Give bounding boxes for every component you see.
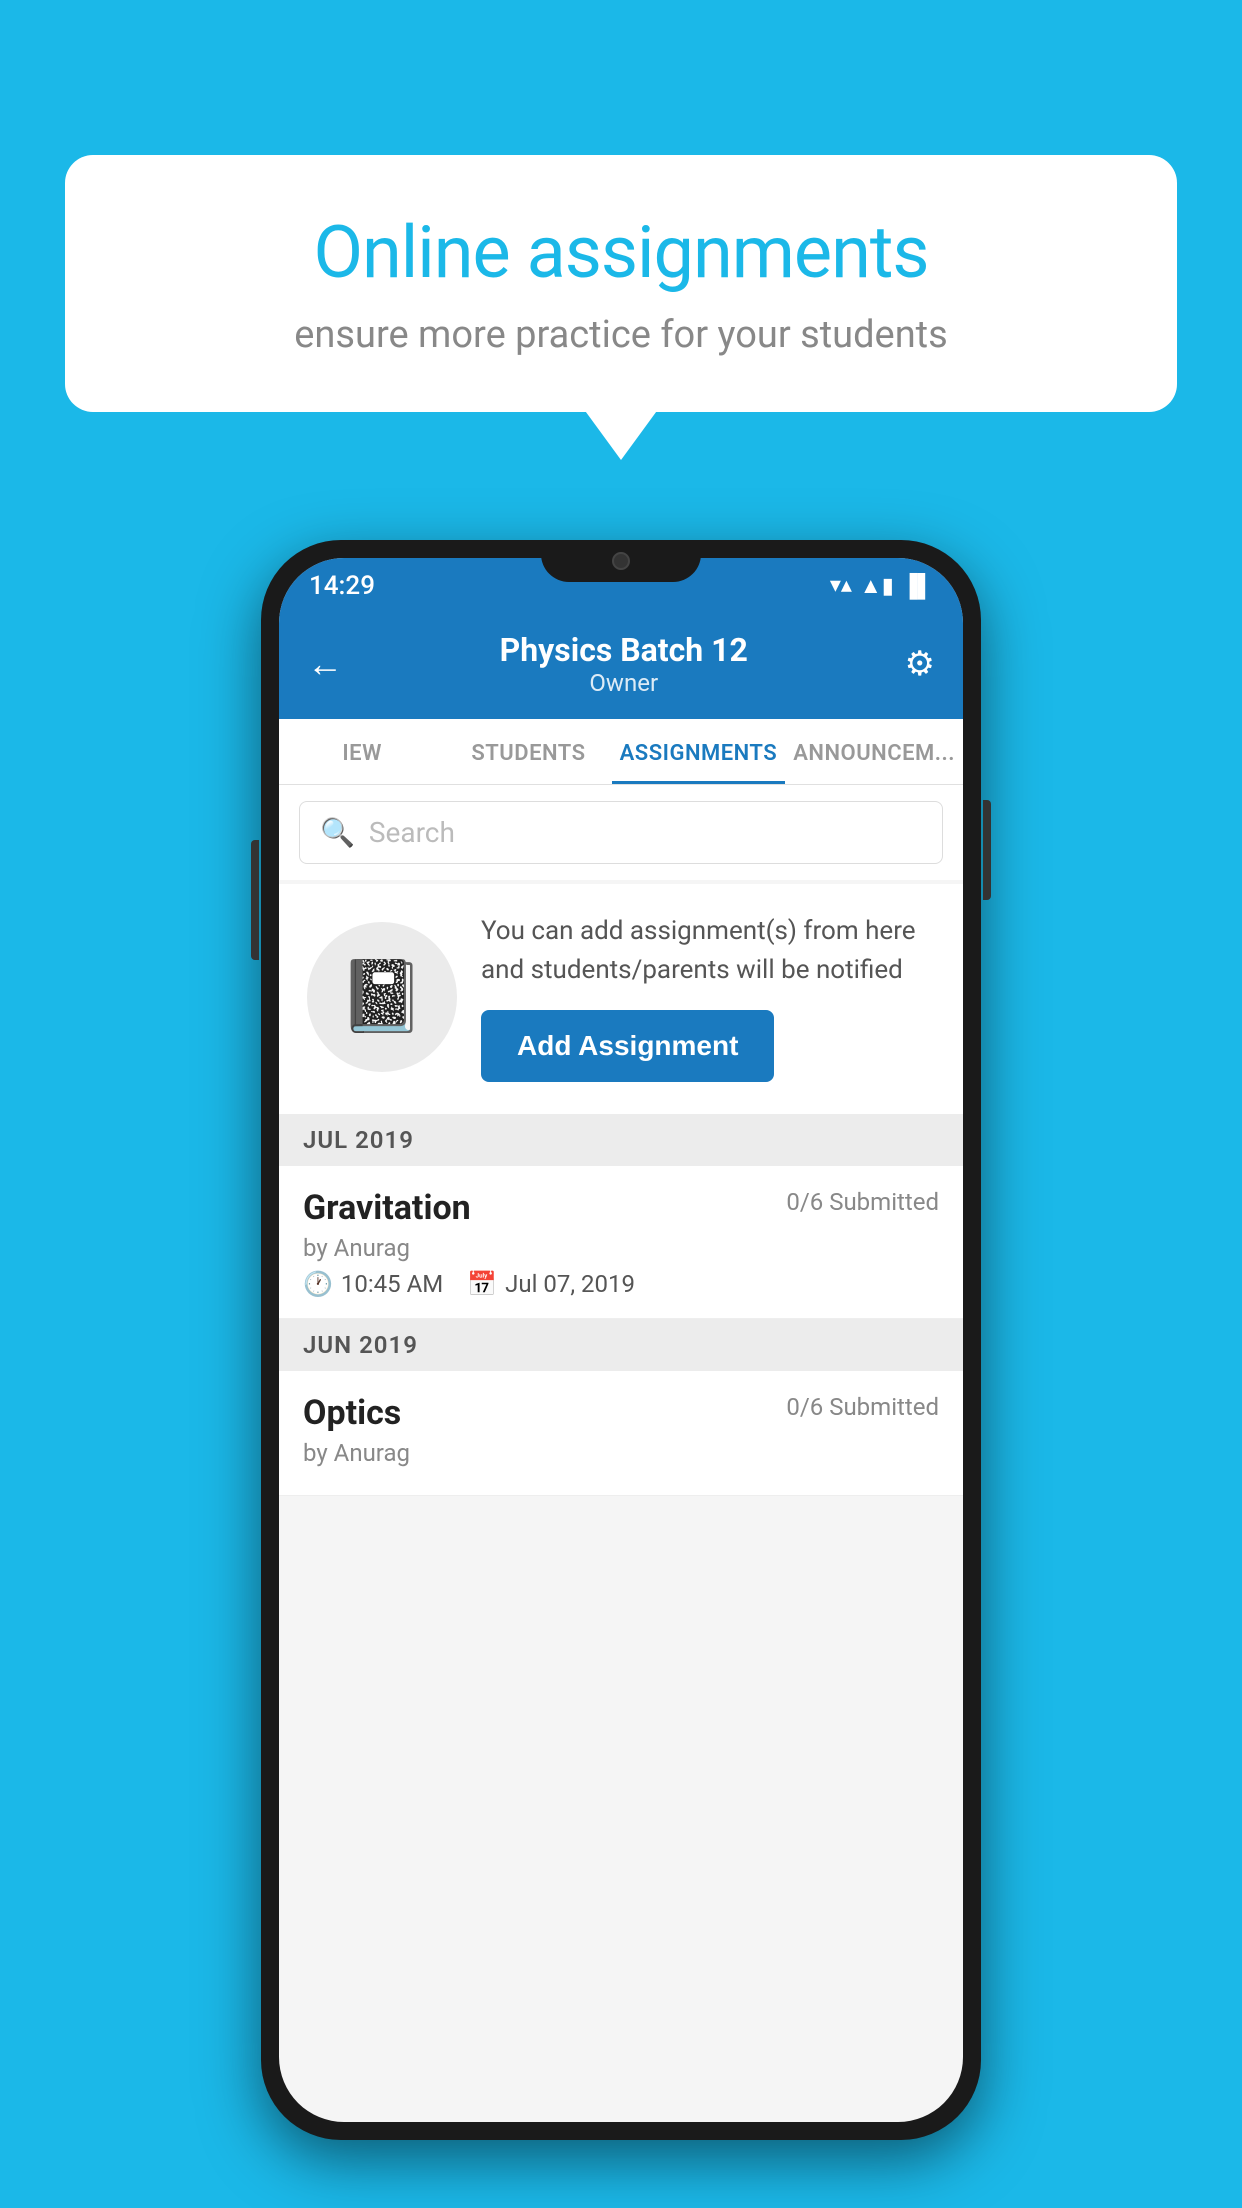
calendar-icon: 📅 bbox=[467, 1270, 497, 1298]
promo-description: You can add assignment(s) from here and … bbox=[481, 912, 935, 990]
notebook-icon: 📓 bbox=[338, 956, 425, 1038]
header-title: Physics Batch 12 bbox=[500, 631, 748, 669]
promo-card: 📓 You can add assignment(s) from here an… bbox=[279, 884, 963, 1114]
meta-time-gravitation: 🕐 10:45 AM bbox=[303, 1270, 443, 1298]
meta-date-gravitation: 📅 Jul 07, 2019 bbox=[467, 1270, 635, 1298]
assignment-title-gravitation: Gravitation bbox=[303, 1188, 471, 1228]
search-bar[interactable]: 🔍 Search bbox=[299, 801, 943, 864]
promo-icon-circle: 📓 bbox=[307, 922, 457, 1072]
status-time: 14:29 bbox=[309, 571, 375, 601]
assignment-submitted-gravitation: 0/6 Submitted bbox=[786, 1188, 939, 1216]
phone-notch bbox=[541, 540, 701, 582]
section-header-jul: JUL 2019 bbox=[279, 1114, 963, 1166]
add-assignment-button[interactable]: Add Assignment bbox=[481, 1010, 774, 1082]
tab-iew[interactable]: IEW bbox=[279, 719, 445, 784]
tab-announcements[interactable]: ANNOUNCEM... bbox=[785, 719, 963, 784]
app-header: ← Physics Batch 12 Owner ⚙ bbox=[279, 613, 963, 719]
clock-icon: 🕐 bbox=[303, 1270, 333, 1298]
promo-text-area: You can add assignment(s) from here and … bbox=[481, 912, 935, 1082]
phone-device: 14:29 ▾▴ ▲▮ ▐▌ ← Physics Batch 12 Owner … bbox=[261, 540, 981, 2140]
phone-screen: 14:29 ▾▴ ▲▮ ▐▌ ← Physics Batch 12 Owner … bbox=[279, 558, 963, 2122]
bubble-title: Online assignments bbox=[135, 210, 1107, 295]
promo-speech-bubble: Online assignments ensure more practice … bbox=[65, 155, 1177, 412]
assignment-time-gravitation: 10:45 AM bbox=[341, 1270, 443, 1298]
tabs-row: IEW STUDENTS ASSIGNMENTS ANNOUNCEM... bbox=[279, 719, 963, 785]
assignment-submitted-optics: 0/6 Submitted bbox=[786, 1393, 939, 1421]
settings-button[interactable]: ⚙ bbox=[905, 644, 935, 684]
assignment-date-gravitation: Jul 07, 2019 bbox=[505, 1270, 635, 1298]
tab-students[interactable]: STUDENTS bbox=[445, 719, 611, 784]
signal-icon: ▲▮ bbox=[860, 573, 894, 599]
assignment-title-optics: Optics bbox=[303, 1393, 401, 1433]
front-camera bbox=[612, 552, 630, 570]
search-area: 🔍 Search bbox=[279, 785, 963, 880]
section-header-jun: JUN 2019 bbox=[279, 1319, 963, 1371]
assignment-item-gravitation[interactable]: Gravitation 0/6 Submitted by Anurag 🕐 10… bbox=[279, 1166, 963, 1319]
assignment-meta-gravitation: 🕐 10:45 AM 📅 Jul 07, 2019 bbox=[303, 1270, 939, 1298]
assignment-item-optics[interactable]: Optics 0/6 Submitted by Anurag bbox=[279, 1371, 963, 1496]
assignment-by-gravitation: by Anurag bbox=[303, 1234, 939, 1262]
status-icons: ▾▴ ▲▮ ▐▌ bbox=[830, 573, 933, 599]
tab-assignments[interactable]: ASSIGNMENTS bbox=[612, 719, 786, 784]
back-button[interactable]: ← bbox=[307, 643, 343, 685]
header-subtitle: Owner bbox=[500, 669, 748, 697]
search-icon: 🔍 bbox=[320, 816, 355, 849]
assignment-by-optics: by Anurag bbox=[303, 1439, 939, 1467]
wifi-icon: ▾▴ bbox=[830, 573, 852, 598]
bubble-subtitle: ensure more practice for your students bbox=[135, 313, 1107, 357]
header-center: Physics Batch 12 Owner bbox=[500, 631, 748, 697]
battery-icon: ▐▌ bbox=[902, 573, 933, 599]
search-placeholder: Search bbox=[369, 816, 455, 849]
